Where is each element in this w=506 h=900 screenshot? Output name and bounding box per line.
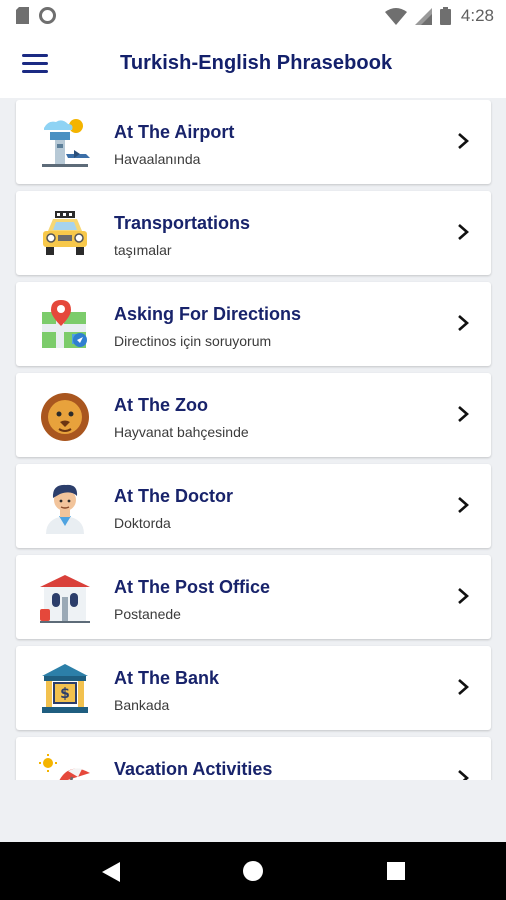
- battery-icon: [439, 7, 451, 25]
- card-title: At The Airport: [114, 122, 235, 142]
- wifi-icon: [384, 7, 407, 25]
- back-icon[interactable]: [100, 860, 122, 884]
- category-list[interactable]: At The Airport Havaalanında Transportati…: [0, 100, 506, 780]
- card-title: Vacation Activities: [114, 759, 273, 779]
- card-title: Asking For Directions: [114, 304, 302, 324]
- hamburger-menu-icon[interactable]: [22, 54, 48, 76]
- chevron-right-icon: [458, 315, 469, 331]
- status-bar: 4:28: [0, 0, 506, 32]
- list-item-zoo[interactable]: At The Zoo Hayvanat bahçesinde: [16, 373, 491, 457]
- bank-icon: $: [42, 664, 88, 713]
- svg-text:$: $: [60, 686, 70, 702]
- airport-icon: [42, 119, 90, 167]
- list-item-directions[interactable]: Asking For Directions Directinos için so…: [16, 282, 491, 366]
- card-subtitle: Havaalanında: [114, 151, 201, 167]
- sim-card-icon: [16, 7, 29, 24]
- card-subtitle: Bankada: [114, 697, 170, 713]
- navigation-bar: [0, 842, 506, 900]
- card-title: At The Post Office: [114, 577, 271, 597]
- card-title: Transportations: [114, 213, 251, 233]
- list-item-airport[interactable]: At The Airport Havaalanında: [16, 100, 491, 184]
- list-item-transportations[interactable]: Transportations taşımalar: [16, 191, 491, 275]
- card-title: At The Bank: [114, 668, 220, 688]
- post-office-icon: [40, 575, 90, 623]
- map-pin-icon: [42, 300, 87, 348]
- list-item-bank[interactable]: $ At The Bank Bankada: [16, 646, 491, 730]
- recents-icon[interactable]: [386, 861, 406, 881]
- card-subtitle: Hayvanat bahçesinde: [114, 424, 249, 440]
- beach-umbrella-icon: [39, 754, 90, 780]
- doctor-icon: [46, 484, 84, 534]
- signal-icon: [414, 7, 432, 25]
- card-title: At The Zoo: [114, 395, 208, 415]
- lion-icon: [41, 393, 89, 441]
- chevron-right-icon: [458, 406, 469, 422]
- chevron-right-icon: [458, 224, 469, 240]
- circle-notification-icon: [39, 7, 56, 24]
- chevron-right-icon: [458, 770, 469, 780]
- list-item-post-office[interactable]: At The Post Office Postanede: [16, 555, 491, 639]
- card-title: At The Doctor: [114, 486, 233, 506]
- chevron-right-icon: [458, 497, 469, 513]
- card-subtitle: Postanede: [114, 606, 181, 622]
- list-item-doctor[interactable]: At The Doctor Doktorda: [16, 464, 491, 548]
- page-title: Turkish-English Phrasebook: [120, 52, 393, 74]
- home-icon[interactable]: [242, 860, 264, 882]
- chevron-right-icon: [458, 588, 469, 604]
- card-subtitle: Directinos için soruyorum: [114, 333, 272, 349]
- app-bar: Turkish-English Phrasebook: [0, 32, 506, 98]
- status-time: 4:28: [460, 6, 494, 25]
- card-subtitle: Doktorda: [114, 515, 171, 531]
- card-subtitle: taşımalar: [114, 242, 172, 258]
- list-item-vacation[interactable]: Vacation Activities: [16, 737, 491, 780]
- chevron-right-icon: [458, 133, 469, 149]
- chevron-right-icon: [458, 679, 469, 695]
- taxi-icon: [43, 211, 87, 255]
